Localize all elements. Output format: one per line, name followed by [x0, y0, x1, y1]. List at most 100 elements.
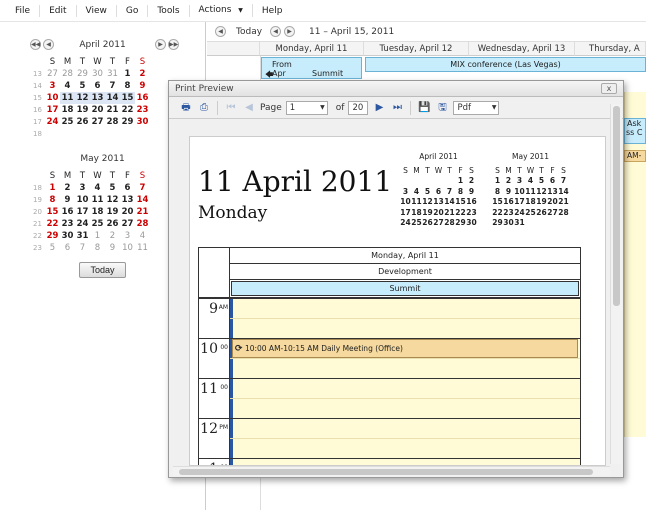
next-day-icon[interactable]: ▶ [284, 26, 296, 37]
menu-help[interactable]: Help [253, 5, 292, 17]
preview-horizontal-scrollbar[interactable] [173, 466, 610, 476]
day-cell[interactable]: 26 [75, 116, 90, 128]
menu-edit[interactable]: Edit [40, 4, 77, 17]
sidebar-today-button[interactable]: Today [79, 262, 126, 278]
prev-day-icon[interactable]: ◀ [270, 26, 282, 37]
day-cell[interactable]: 17 [45, 104, 60, 116]
next-page-icon[interactable]: ▶ [372, 101, 386, 115]
print-icon[interactable]: 🖶 [179, 101, 193, 115]
day-cell[interactable]: 28 [135, 218, 150, 230]
day-cell[interactable]: 7 [75, 242, 90, 254]
last-page-icon[interactable]: ⏭ [390, 101, 404, 115]
day-cell[interactable]: 2 [105, 230, 120, 242]
day-cell[interactable]: 18 [90, 206, 105, 218]
day-cell[interactable]: 22 [45, 218, 60, 230]
day-cell[interactable]: 2 [135, 68, 150, 80]
day-cell[interactable]: 4 [90, 182, 105, 194]
preview-vertical-scrollbar[interactable] [610, 104, 622, 464]
day-cell[interactable]: 25 [60, 116, 75, 128]
day-cell[interactable]: 3 [120, 230, 135, 242]
day-cell[interactable]: 16 [135, 92, 150, 104]
day-cell[interactable]: 29 [75, 68, 90, 80]
day-cell[interactable]: 23 [135, 104, 150, 116]
day-cell[interactable]: 14 [105, 92, 120, 104]
day-cell[interactable]: 3 [75, 182, 90, 194]
day-cell[interactable]: 13 [90, 92, 105, 104]
day-cell[interactable]: 6 [120, 182, 135, 194]
day-cell[interactable]: 8 [90, 242, 105, 254]
mix-conference-appointment[interactable]: MIX conference (Las Vegas) [365, 57, 646, 72]
day-cell[interactable]: 12 [105, 194, 120, 206]
day-cell[interactable]: 8 [120, 80, 135, 92]
next-month-icon[interactable]: ▶ [155, 39, 166, 50]
day-cell[interactable]: 1 [120, 68, 135, 80]
day-cell[interactable]: 24 [45, 116, 60, 128]
day-cell[interactable]: 28 [60, 68, 75, 80]
day-cell[interactable]: 14 [135, 194, 150, 206]
day-header-wed[interactable]: Wednesday, April 13 [469, 42, 575, 56]
day-cell[interactable]: 7 [135, 182, 150, 194]
page-select[interactable]: 1 ▼ [285, 100, 328, 115]
day-cell[interactable]: 31 [105, 68, 120, 80]
day-cell[interactable]: 8 [45, 194, 60, 206]
first-page-icon[interactable]: ⏮ [224, 101, 238, 115]
day-cell[interactable]: 21 [135, 206, 150, 218]
summit-appointment[interactable]: From 🡄 Apr Summit [261, 57, 362, 79]
prev-week-icon[interactable]: ◀ [215, 26, 226, 37]
day-cell[interactable]: 9 [105, 242, 120, 254]
day-cell[interactable]: 13 [120, 194, 135, 206]
day-cell[interactable]: 20 [120, 206, 135, 218]
export-format-select[interactable]: Pdf ▼ [453, 100, 500, 115]
day-cell[interactable] [105, 128, 120, 140]
day-cell[interactable]: 3 [45, 80, 60, 92]
day-cell[interactable]: 11 [60, 92, 75, 104]
day-cell[interactable] [60, 128, 75, 140]
day-header-tue[interactable]: Tuesday, April 12 [364, 42, 469, 56]
horizontal-scroll-thumb[interactable] [179, 469, 593, 475]
day-cell[interactable]: 11 [135, 242, 150, 254]
day-cell[interactable]: 23 [60, 218, 75, 230]
save-icon[interactable]: 💾 [417, 101, 431, 115]
day-cell[interactable]: 10 [75, 194, 90, 206]
day-cell[interactable]: 29 [120, 116, 135, 128]
menu-view[interactable]: View [77, 4, 117, 17]
print-options-icon[interactable]: ⎙ [197, 101, 211, 115]
day-cell[interactable]: 26 [105, 218, 120, 230]
day-cell[interactable]: 7 [105, 80, 120, 92]
menu-go[interactable]: Go [117, 4, 149, 17]
day-cell[interactable]: 17 [75, 206, 90, 218]
day-cell[interactable]: 31 [75, 230, 90, 242]
day-cell[interactable] [75, 128, 90, 140]
main-today-button[interactable]: Today [236, 27, 262, 37]
vertical-scroll-thumb[interactable] [613, 106, 620, 306]
day-cell[interactable]: 27 [90, 116, 105, 128]
day-cell[interactable]: 22 [120, 104, 135, 116]
day-cell[interactable]: 6 [90, 80, 105, 92]
day-cell[interactable]: 4 [60, 80, 75, 92]
day-header-mon[interactable]: Monday, April 11 [260, 42, 364, 56]
day-cell[interactable]: 20 [90, 104, 105, 116]
day-cell[interactable]: 12 [75, 92, 90, 104]
day-cell[interactable] [45, 128, 60, 140]
prev-page-icon[interactable]: ◀ [242, 101, 256, 115]
day-cell[interactable] [90, 128, 105, 140]
day-cell[interactable]: 5 [45, 242, 60, 254]
next-year-icon[interactable]: ▶▶ [168, 39, 179, 50]
day-cell[interactable]: 30 [60, 230, 75, 242]
day-cell[interactable]: 19 [105, 206, 120, 218]
day-cell[interactable]: 27 [45, 68, 60, 80]
close-icon[interactable]: x [601, 83, 617, 94]
menu-actions[interactable]: Actions ▼ [190, 4, 253, 17]
day-cell[interactable]: 1 [90, 230, 105, 242]
day-cell[interactable]: 30 [135, 116, 150, 128]
day-cell[interactable]: 10 [45, 92, 60, 104]
thursday-meeting[interactable]: AM- [624, 150, 646, 162]
day-cell[interactable]: 5 [105, 182, 120, 194]
export-icon[interactable]: 🖫 [435, 101, 449, 115]
day-cell[interactable]: 2 [60, 182, 75, 194]
day-cell[interactable]: 5 [75, 80, 90, 92]
day-cell[interactable]: 29 [45, 230, 60, 242]
day-cell[interactable] [135, 128, 150, 140]
day-cell[interactable]: 21 [105, 104, 120, 116]
day-cell[interactable] [120, 128, 135, 140]
